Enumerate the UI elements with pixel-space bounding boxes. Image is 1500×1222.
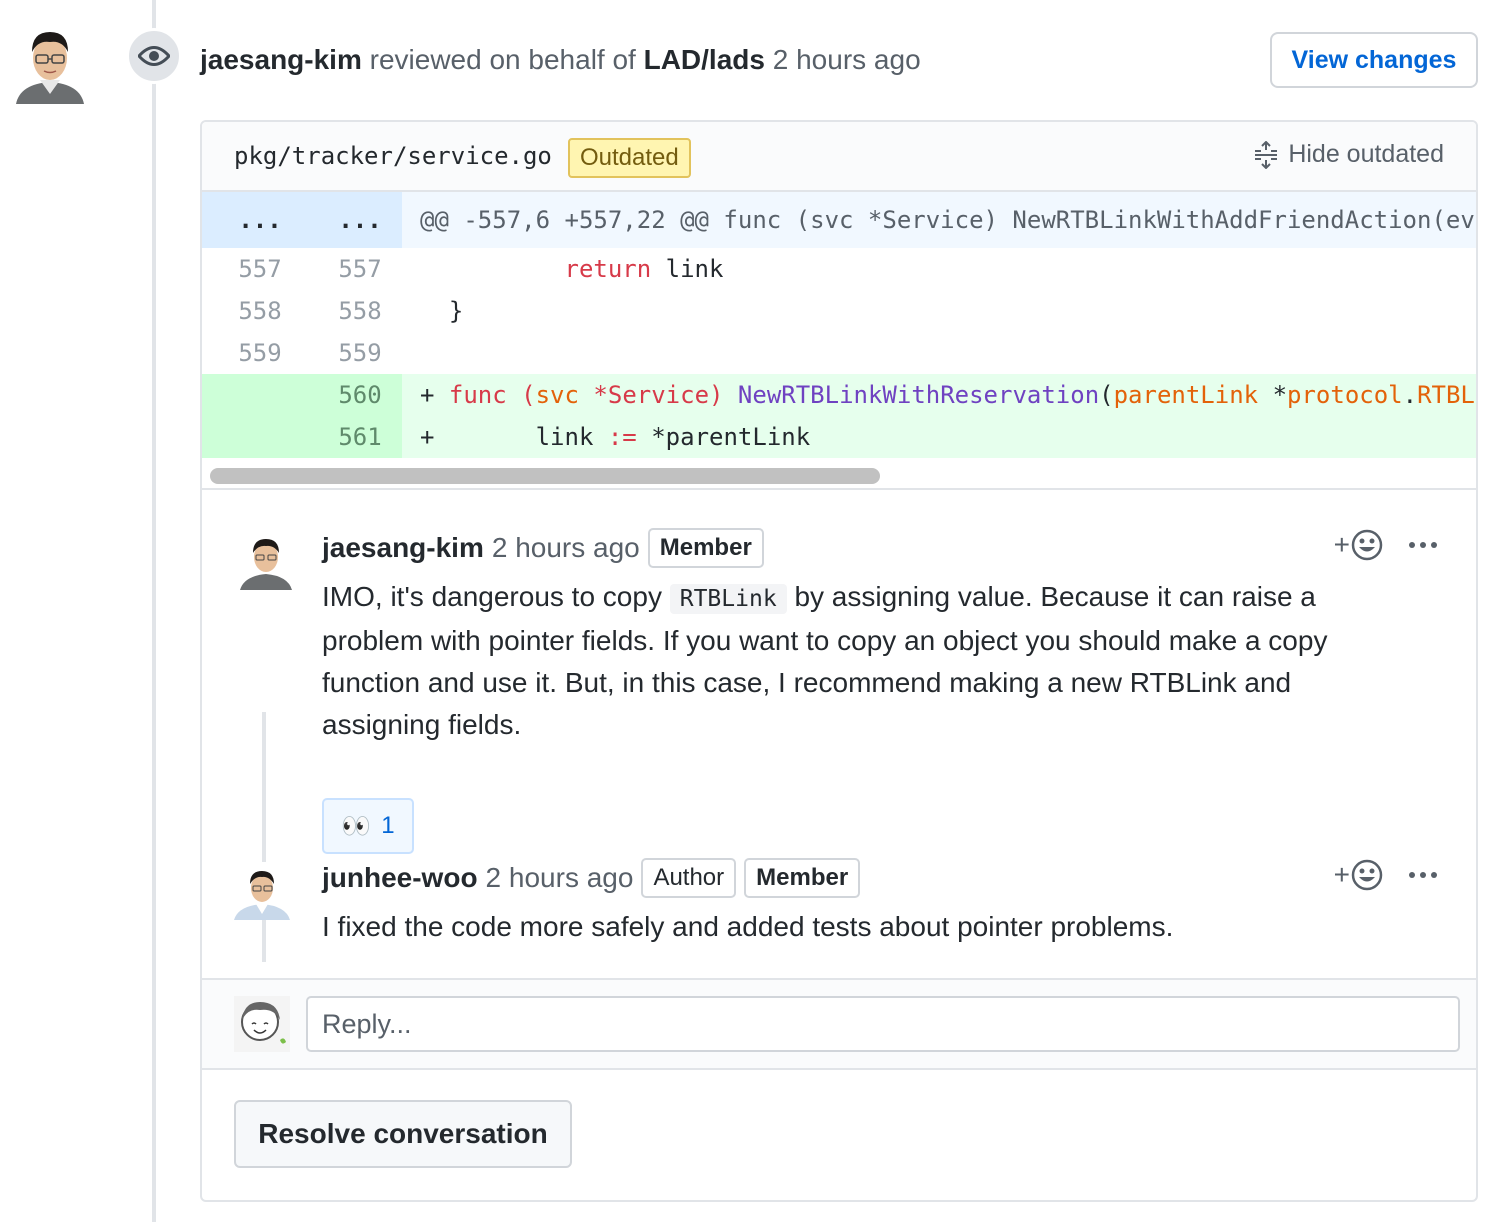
old-line-number[interactable]: 558 [210, 290, 310, 332]
diff-row: 557 557 return link [202, 248, 1476, 290]
reaction-count: 1 [381, 812, 395, 839]
kebab-horizontal-icon[interactable] [1408, 541, 1438, 549]
review-action-text: reviewed on behalf of [369, 44, 636, 75]
comment-actions: + [1334, 858, 1438, 892]
reaction-emoji: 👀 [341, 812, 372, 840]
reply-input[interactable]: Reply... [306, 996, 1460, 1052]
timeline-line [152, 0, 156, 1222]
smiley-icon [1351, 859, 1383, 891]
diff-row-added: 560 + func (svc *Service) NewRTBLinkWith… [202, 374, 1476, 416]
comment-author[interactable]: jaesang-kim [322, 532, 484, 564]
diff-row-added: 561 + link := *parentLink [202, 416, 1476, 458]
file-path[interactable]: pkg/tracker/service.go [234, 142, 552, 170]
review-time[interactable]: 2 hours ago [773, 44, 921, 75]
code-line: + func (svc *Service) NewRTBLinkWithRese… [420, 381, 1475, 409]
comment-thread-line [262, 712, 266, 962]
code-line: return link [564, 255, 724, 283]
reviewer-name[interactable]: jaesang-kim [200, 44, 362, 75]
hide-outdated-label: Hide outdated [1288, 140, 1444, 168]
view-changes-button[interactable]: View changes [1270, 32, 1478, 88]
author-label: Author [641, 858, 737, 898]
current-user-avatar[interactable] [234, 996, 290, 1052]
reviewer-avatar[interactable] [14, 22, 86, 104]
reply-area: Reply... [202, 978, 1476, 1070]
old-line-number[interactable]: 559 [210, 332, 310, 374]
divider [202, 488, 1476, 490]
add-reaction-button[interactable]: + [1334, 858, 1384, 892]
comment-time[interactable]: 2 hours ago [492, 532, 640, 564]
comment-avatar[interactable] [240, 532, 292, 590]
hunk-expand-right[interactable]: ... [310, 192, 410, 248]
unfold-icon [1255, 140, 1278, 169]
comment-meta: jaesang-kim 2 hours ago Member [322, 528, 764, 568]
hunk-expand-left[interactable]: ... [210, 192, 310, 248]
inline-code: RTBLink [669, 584, 787, 614]
old-line-number [210, 374, 310, 416]
new-line-number[interactable]: 558 [310, 290, 410, 332]
comment-actions: + [1334, 528, 1438, 562]
new-line-number[interactable]: 560 [310, 374, 410, 416]
comment-body: I fixed the code more safely and added t… [322, 911, 1174, 942]
diff-table: ... ... @@ -557,6 +557,22 @@ func (svc *… [202, 192, 1476, 458]
new-line-number[interactable]: 561 [310, 416, 410, 458]
hunk-header: @@ -557,6 +557,22 @@ func (svc *Service)… [420, 206, 1475, 234]
outdated-badge: Outdated [568, 138, 691, 178]
comment-meta: junhee-woo 2 hours ago Author Member [322, 858, 861, 898]
add-reaction-button[interactable]: + [1334, 528, 1384, 562]
old-line-number [210, 416, 310, 458]
new-line-number[interactable]: 559 [310, 332, 410, 374]
hunk-row[interactable]: ... ... @@ -557,6 +557,22 @@ func (svc *… [202, 192, 1476, 248]
smiley-icon [1351, 529, 1383, 561]
member-label: Member [647, 528, 764, 568]
old-line-number[interactable]: 557 [210, 248, 310, 290]
review-header: jaesang-kim reviewed on behalf of LAD/la… [200, 44, 921, 76]
member-label: Member [744, 858, 861, 898]
org-name[interactable]: LAD/lads [644, 44, 765, 75]
review-thread: pkg/tracker/service.go Outdated Hide out… [200, 120, 1478, 1202]
review-event-badge [126, 28, 182, 84]
resolve-conversation-button[interactable]: Resolve conversation [234, 1100, 572, 1168]
eyes-reaction-button[interactable]: 👀 1 [322, 798, 414, 854]
new-line-number[interactable]: 557 [310, 248, 410, 290]
file-header: pkg/tracker/service.go Outdated Hide out… [202, 122, 1476, 192]
diff-row: 558 558 } [202, 290, 1476, 332]
code-line: + link := *parentLink [420, 423, 811, 451]
comment-author[interactable]: junhee-woo [322, 862, 478, 894]
kebab-horizontal-icon[interactable] [1408, 871, 1438, 879]
comment-body: IMO, it's dangerous to copy RTBLink by a… [322, 581, 1328, 740]
comment-time[interactable]: 2 hours ago [486, 862, 634, 894]
eye-icon [138, 46, 170, 66]
code-line: } [448, 297, 464, 325]
horizontal-scrollbar[interactable] [210, 468, 880, 484]
diff-row: 559 559 [202, 332, 1476, 374]
hide-outdated-button[interactable]: Hide outdated [1252, 140, 1444, 169]
comment-avatar[interactable] [234, 862, 290, 920]
